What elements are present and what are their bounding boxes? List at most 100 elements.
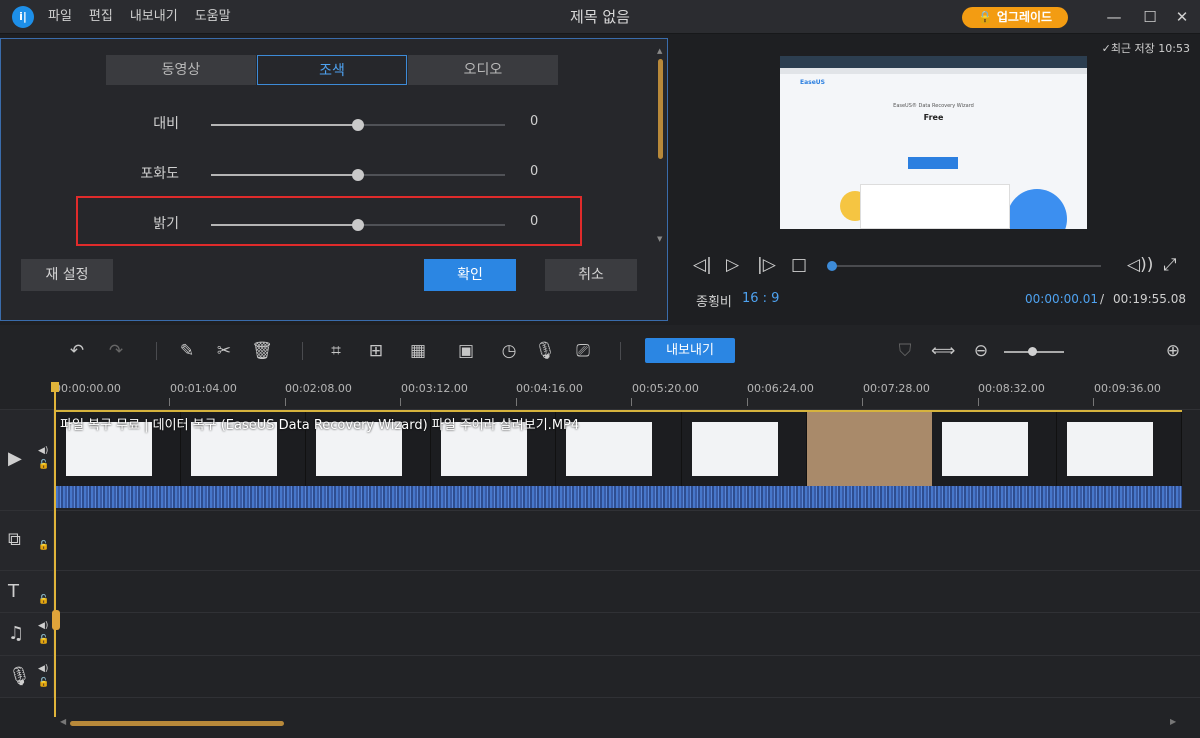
text-track: T 🔓 [0, 570, 1200, 612]
next-frame-icon[interactable]: |▷ [757, 255, 776, 275]
tab-color[interactable]: 조색 [257, 55, 407, 85]
lock-icon[interactable]: 🔓 [38, 541, 49, 551]
scroll-up-icon[interactable]: ▲ [657, 47, 662, 55]
audio-waveform [56, 486, 1182, 508]
aspect-ratio-value[interactable]: 16 : 9 [742, 291, 779, 306]
lock-icon[interactable]: 🔓 [38, 460, 49, 470]
minimize-icon[interactable]: — [1096, 0, 1132, 34]
brightness-highlight-box [76, 196, 582, 246]
overlay-track: ⧉ 🔓 [0, 510, 1200, 570]
fit-width-icon[interactable]: ⟺ [931, 339, 955, 363]
close-icon[interactable]: ✕ [1164, 0, 1200, 34]
cancel-button[interactable]: 취소 [545, 259, 637, 291]
zoom-in-icon[interactable]: ⊕ [1161, 339, 1185, 363]
ruler-label: 00:05:20.00 [632, 382, 699, 395]
total-time: 00:19:55.08 [1113, 292, 1186, 306]
ruler-label: 00:01:04.00 [170, 382, 237, 395]
speaker-icon[interactable]: ◀) [38, 664, 48, 674]
app-logo: i| [12, 6, 34, 28]
undo-icon[interactable]: ↶ [65, 339, 89, 363]
preview-seekbar[interactable] [827, 261, 1101, 271]
ruler-label: 00:06:24.00 [747, 382, 814, 395]
panel-scrollbar[interactable] [658, 59, 663, 159]
preview-frame: EaseUS EaseUS® Data Recovery Wizard Free [780, 56, 1087, 229]
redo-icon[interactable]: ↷ [104, 339, 128, 363]
video-track-header: ▶ ◀) 🔓 [0, 410, 54, 510]
clip-thumbnail [931, 412, 1057, 486]
upgrade-button[interactable]: 🔒 업그레이드 [962, 7, 1068, 28]
scroll-left-icon[interactable]: ◀ [60, 717, 66, 726]
lock-icon[interactable]: 🔓 [38, 595, 49, 605]
zoom-slider-thumb[interactable] [1028, 347, 1037, 356]
reset-button[interactable]: 재 설정 [21, 259, 113, 291]
timeline-scrollbar[interactable] [70, 721, 284, 726]
contrast-label: 대비 [153, 116, 179, 132]
lock-icon: 🔒 [977, 10, 993, 24]
check-icon: ✓ [1101, 42, 1111, 55]
screen-record-icon[interactable]: ⎚ [571, 339, 595, 363]
frame-free: Free [923, 113, 944, 122]
upgrade-label: 업그레이드 [996, 10, 1053, 24]
contrast-slider-thumb[interactable] [352, 119, 364, 131]
freeze-frame-icon[interactable]: ▣ [454, 339, 478, 363]
menu-file[interactable]: 파일 [48, 0, 72, 34]
ruler-label: 00:09:36.00 [1094, 382, 1161, 395]
timeline-footer [0, 697, 1200, 738]
crop-icon[interactable]: ⌗ [324, 339, 348, 363]
saturation-slider[interactable] [211, 169, 505, 181]
contrast-slider[interactable] [211, 119, 505, 131]
trash-icon[interactable]: 🗑 [250, 339, 274, 363]
volume-icon[interactable]: ◁)) [1127, 255, 1153, 275]
mosaic-icon[interactable]: ▦ [406, 339, 430, 363]
zoom-frame-icon[interactable]: ⊞ [364, 339, 388, 363]
playhead[interactable] [54, 387, 56, 717]
speed-clock-icon[interactable]: ◷ [497, 339, 521, 363]
video-track-icon: ▶ [8, 448, 22, 469]
tab-video[interactable]: 동영상 [106, 55, 256, 85]
export-button[interactable]: 내보내기 [645, 338, 735, 363]
text-track-header: T 🔓 [0, 571, 54, 612]
voice-track-header: 🎙 ◀) 🔓 [0, 656, 54, 697]
lock-icon[interactable]: 🔓 [38, 635, 49, 645]
timeline-ruler[interactable]: 00:00:00.00 00:01:04.00 00:02:08.00 00:0… [54, 380, 1200, 408]
maximize-icon[interactable]: ☐ [1132, 0, 1168, 34]
clip-title: 파일 복구 무료 | 데이터 복구 (EaseUS Data Recovery … [60, 418, 580, 433]
marker-icon[interactable]: ⛉ [893, 339, 917, 363]
stop-icon[interactable]: □ [791, 255, 807, 275]
saturation-slider-thumb[interactable] [352, 169, 364, 181]
ruler-label: 00:04:16.00 [516, 382, 583, 395]
saturation-row: 포화도 0 [1, 153, 669, 193]
lock-icon[interactable]: 🔓 [38, 678, 49, 688]
title-bar: i| 파일 편집 내보내기 도움말 제목 없음 🔒 업그레이드 — ☐ ✕ [0, 0, 1200, 34]
tab-audio[interactable]: 오디오 [408, 55, 558, 85]
speaker-icon[interactable]: ◀) [38, 621, 48, 631]
microphone-icon[interactable]: 🎙 [533, 339, 557, 363]
fullscreen-icon[interactable]: ⤢ [1163, 255, 1177, 275]
picture-in-picture-icon: ⧉ [8, 529, 21, 550]
video-clip[interactable]: 파일 복구 무료 | 데이터 복구 (EaseUS Data Recovery … [56, 410, 1182, 508]
current-time: 00:00:00.01 [1025, 292, 1098, 306]
clip-thumbnail [806, 412, 935, 486]
scroll-down-icon[interactable]: ▼ [657, 235, 662, 243]
timeline-area: ↶ ↷ ✎ ✂ 🗑 ⌗ ⊞ ▦ ▣ ◷ 🎙 ⎚ 내보내기 ⛉ ⟺ ⊖ ⊕ 00:… [0, 325, 1200, 738]
menu-help[interactable]: 도움말 [195, 0, 231, 34]
clip-thumbnail [1056, 412, 1182, 486]
playhead-grip[interactable] [52, 610, 60, 630]
saturation-value: 0 [530, 164, 539, 179]
scissors-icon[interactable]: ✂ [212, 339, 236, 363]
contrast-value: 0 [530, 114, 539, 129]
menu-edit[interactable]: 편집 [89, 0, 113, 34]
menu-export[interactable]: 내보내기 [130, 0, 178, 34]
scroll-right-icon[interactable]: ▶ [1170, 717, 1176, 726]
pencil-icon[interactable]: ✎ [175, 339, 199, 363]
play-icon[interactable]: ▷ [726, 255, 739, 275]
prev-frame-icon[interactable]: ◁| [693, 255, 712, 275]
zoom-out-icon[interactable]: ⊖ [969, 339, 993, 363]
ruler-label: 00:03:12.00 [401, 382, 468, 395]
confirm-button[interactable]: 확인 [424, 259, 516, 291]
seek-knob[interactable] [827, 261, 837, 271]
ruler-label: 00:07:28.00 [863, 382, 930, 395]
aspect-ratio-label: 종횡비 [696, 295, 732, 310]
ruler-label: 00:00:00.00 [54, 382, 121, 395]
speaker-icon[interactable]: ◀) [38, 446, 48, 456]
